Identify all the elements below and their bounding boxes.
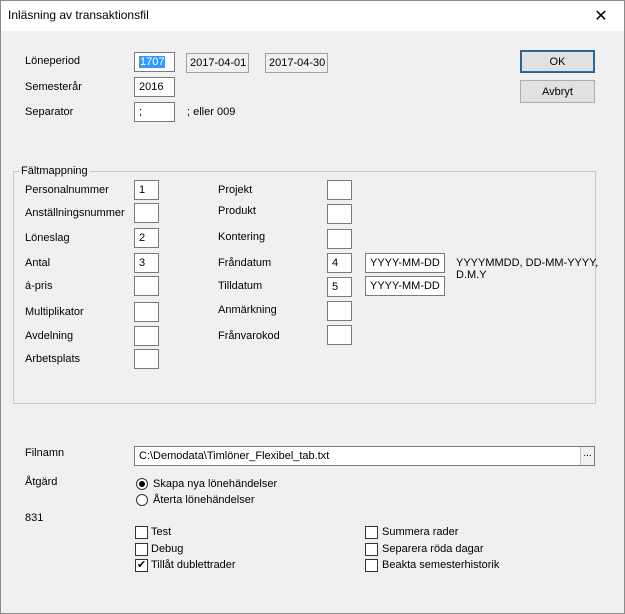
ok-button[interactable]: OK xyxy=(520,50,595,73)
mapping-label-loneslag: Löneslag xyxy=(25,232,70,244)
checkbox-allow-duplicates-label[interactable]: Tillåt dublettrader xyxy=(151,559,236,571)
checkbox-separate-red-days[interactable] xyxy=(365,543,378,556)
period-to-date: 2017-04-30 xyxy=(265,53,328,73)
date-format-hint-line2: D.M.Y xyxy=(456,269,487,281)
mapping-input-frandatum[interactable]: 4 xyxy=(327,253,352,273)
separator-hint: ; eller 009 xyxy=(187,106,236,118)
mapping-label-anstallningsnummer: Anställningsnummer xyxy=(25,207,125,219)
mapping-label-produkt: Produkt xyxy=(218,205,256,217)
window-title: Inläsning av transaktionsfil xyxy=(8,8,149,22)
mapping-input-franvarokod[interactable] xyxy=(327,325,352,345)
frandatum-format-input[interactable]: YYYY-MM-DD xyxy=(365,253,445,273)
checkbox-test-label[interactable]: Test xyxy=(151,526,171,538)
checkbox-test[interactable] xyxy=(135,526,148,539)
semesterar-label: Semesterår xyxy=(25,81,82,93)
mapping-label-projekt: Projekt xyxy=(218,184,253,196)
mapping-input-antal[interactable]: 3 xyxy=(134,253,159,273)
checkbox-debug-label[interactable]: Debug xyxy=(151,543,183,555)
radio-create-label[interactable]: Skapa nya lönehändelser xyxy=(153,478,277,490)
mapping-label-multiplikator: Multiplikator xyxy=(25,306,84,318)
mapping-label-apris: á-pris xyxy=(25,280,53,292)
file-path-input[interactable]: C:\Demodata\Timlöner_Flexibel_tab.txt ..… xyxy=(134,446,595,466)
checkbox-sum-rows-label[interactable]: Summera rader xyxy=(382,526,458,538)
mapping-label-kontering: Kontering xyxy=(218,231,266,243)
mapping-input-projekt[interactable] xyxy=(327,180,352,200)
mapping-input-personalnummer[interactable]: 1 xyxy=(134,180,159,200)
mapping-input-multiplikator[interactable] xyxy=(134,302,159,322)
mapping-input-produkt[interactable] xyxy=(327,204,352,224)
checkbox-vacation-history[interactable] xyxy=(365,559,378,572)
mapping-label-tilldatum: Tilldatum xyxy=(218,280,263,292)
date-format-hint-line1: YYYYMMDD, DD-MM-YYYY, xyxy=(456,257,599,269)
mapping-label-arbetsplats: Arbetsplats xyxy=(25,353,81,365)
semesterar-input[interactable]: 2016 xyxy=(134,77,175,97)
period-from-date: 2017-04-01 xyxy=(186,53,249,73)
mapping-input-avdelning[interactable] xyxy=(134,326,159,346)
browse-icon: ... xyxy=(583,448,592,459)
radio-selected-dot xyxy=(139,481,145,487)
radio-retract-label[interactable]: Återta lönehändelser xyxy=(153,494,255,506)
mapping-label-antal: Antal xyxy=(25,257,51,269)
record-count: 831 xyxy=(25,512,44,524)
loneperiod-label: Löneperiod xyxy=(25,55,81,67)
mapping-label-anmarkning: Anmärkning xyxy=(218,304,277,316)
field-mapping-group xyxy=(13,171,596,404)
mapping-input-anmarkning[interactable] xyxy=(327,301,352,321)
mapping-input-apris[interactable] xyxy=(134,276,159,296)
mapping-label-franvarokod: Frånvarokod xyxy=(218,330,280,342)
loneperiod-input[interactable]: 1707 xyxy=(134,52,175,72)
mapping-label-personalnummer: Personalnummer xyxy=(25,184,109,196)
mapping-input-loneslag[interactable]: 2 xyxy=(134,228,159,248)
action-label: Åtgärd xyxy=(25,476,58,488)
checkbox-separate-red-days-label[interactable]: Separera röda dagar xyxy=(382,543,484,555)
mapping-input-kontering[interactable] xyxy=(327,229,352,249)
title-bar: Inläsning av transaktionsfil ✕ xyxy=(1,1,624,31)
close-icon: ✕ xyxy=(594,8,608,25)
mapping-label-frandatum: Fråndatum xyxy=(218,257,272,269)
dialog-window: Inläsning av transaktionsfil ✕ Löneperio… xyxy=(0,0,625,614)
checkmark-icon: ✔ xyxy=(136,559,147,571)
close-button[interactable]: ✕ xyxy=(578,1,624,31)
file-label: Filnamn xyxy=(25,447,65,459)
radio-retract[interactable] xyxy=(136,494,148,506)
checkbox-debug[interactable] xyxy=(135,543,148,556)
radio-create[interactable] xyxy=(136,478,148,490)
field-mapping-legend: Fältmappning xyxy=(19,165,90,177)
browse-button[interactable]: ... xyxy=(580,447,594,465)
separator-label: Separator xyxy=(25,106,74,118)
mapping-input-anstallningsnummer[interactable] xyxy=(134,203,159,223)
file-path-text: C:\Demodata\Timlöner_Flexibel_tab.txt xyxy=(139,450,330,462)
mapping-label-avdelning: Avdelning xyxy=(25,330,74,342)
separator-input[interactable]: ; xyxy=(134,102,175,122)
mapping-input-tilldatum[interactable]: 5 xyxy=(327,277,352,297)
checkbox-vacation-history-label[interactable]: Beakta semesterhistorik xyxy=(382,559,499,571)
tilldatum-format-input[interactable]: YYYY-MM-DD xyxy=(365,276,445,296)
checkbox-allow-duplicates[interactable]: ✔ xyxy=(135,559,148,572)
mapping-input-arbetsplats[interactable] xyxy=(134,349,159,369)
cancel-button[interactable]: Avbryt xyxy=(520,80,595,103)
checkbox-sum-rows[interactable] xyxy=(365,526,378,539)
